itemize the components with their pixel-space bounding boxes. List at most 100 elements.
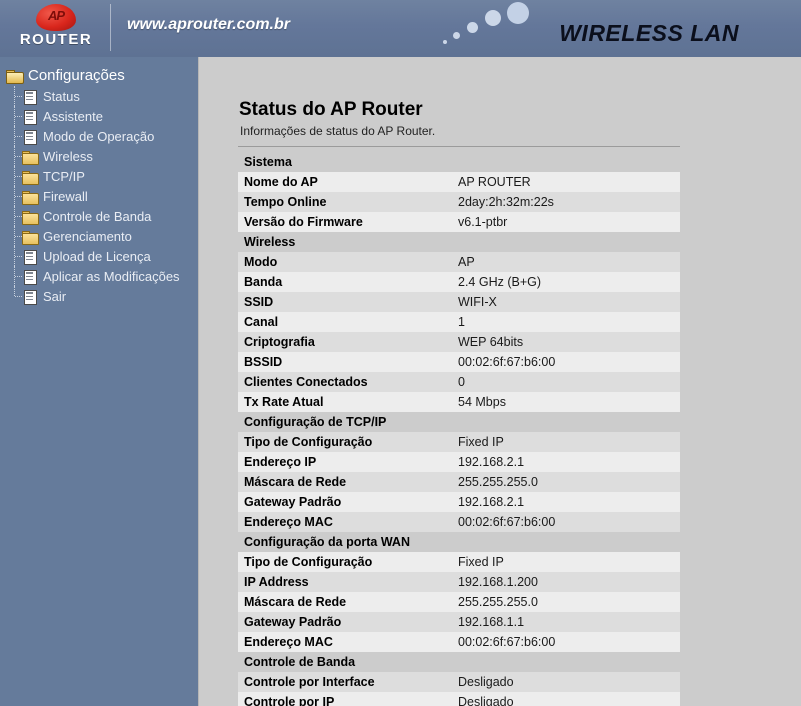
main-content: Status do AP Router Informações de statu… <box>198 57 801 706</box>
sidebar-item-label: Gerenciamento <box>43 228 132 244</box>
table-row: Máscara de Rede 255.255.255.0 <box>238 592 680 612</box>
logo-wordmark: ROUTER <box>19 31 93 48</box>
row-value: WIFI-X <box>452 292 680 312</box>
section-label: Configuração de TCP/IP <box>244 415 387 429</box>
tree-connector <box>15 176 22 177</box>
row-key: Versão do Firmware <box>238 212 452 232</box>
row-key: Modo <box>238 252 452 272</box>
tree-connector <box>15 116 22 117</box>
tree-connector <box>15 156 22 157</box>
sidebar-item-aplicar-as-modificacoes[interactable]: Aplicar as Modificações <box>0 266 198 286</box>
table-section-header: Sistema <box>238 152 680 172</box>
row-value: 192.168.2.1 <box>452 452 680 472</box>
sidebar-item-label: Firewall <box>43 188 88 204</box>
table-row: Tempo Online 2day:2h:32m:22s <box>238 192 680 212</box>
table-row: Versão do Firmware v6.1-ptbr <box>238 212 680 232</box>
row-key: Criptografia <box>238 332 452 352</box>
sidebar-item-label: Modo de Operação <box>43 128 155 144</box>
table-row: Controle por IP Desligado <box>238 692 680 706</box>
row-value: 192.168.1.1 <box>452 612 680 632</box>
row-value: Desligado <box>452 672 680 692</box>
tree-connector <box>15 216 22 217</box>
row-value: 2.4 GHz (B+G) <box>452 272 680 292</box>
row-key: Tx Rate Atual <box>238 392 452 412</box>
folder-icon <box>22 210 39 225</box>
sidebar-item-sair[interactable]: Sair <box>0 286 198 306</box>
sidebar-root-label: Configurações <box>28 66 125 84</box>
sidebar-item-modo-de-operacao[interactable]: Modo de Operação <box>0 126 198 146</box>
section-label: Controle de Banda <box>244 655 356 669</box>
signal-dot-icon <box>507 2 529 24</box>
sidebar-navigation: Configurações Status Assistente Modo de Op… <box>0 57 198 706</box>
signal-dot-icon <box>453 32 460 39</box>
row-key: Máscara de Rede <box>238 472 452 492</box>
row-value: v6.1-ptbr <box>452 212 680 232</box>
signal-dot-icon <box>485 10 501 26</box>
table-row: BSSID 00:02:6f:67:b6:00 <box>238 352 680 372</box>
sidebar-root-configuracoes[interactable]: Configurações <box>0 64 198 86</box>
page-subtitle: Informações de status do AP Router. <box>240 124 436 138</box>
sidebar-item-gerenciamento[interactable]: Gerenciamento <box>0 226 198 246</box>
table-row: SSID WIFI-X <box>238 292 680 312</box>
sidebar-item-label: Status <box>43 88 80 104</box>
table-row: Banda 2.4 GHz (B+G) <box>238 272 680 292</box>
row-value: 192.168.1.200 <box>452 572 680 592</box>
sidebar-item-status[interactable]: Status <box>0 86 198 106</box>
row-key: Controle por Interface <box>238 672 452 692</box>
sidebar-item-list: Status Assistente Modo de Operação Wireless… <box>0 86 198 306</box>
row-value: WEP 64bits <box>452 332 680 352</box>
table-section-header: Controle de Banda <box>238 652 680 672</box>
row-key: Canal <box>238 312 452 332</box>
row-key: Gateway Padrão <box>238 612 452 632</box>
row-value: 1 <box>452 312 680 332</box>
table-row: Canal 1 <box>238 312 680 332</box>
title-divider <box>238 146 680 147</box>
row-key: Tipo de Configuração <box>238 552 452 572</box>
table-row: IP Address 192.168.1.200 <box>238 572 680 592</box>
table-row: Máscara de Rede 255.255.255.0 <box>238 472 680 492</box>
sidebar-item-wireless[interactable]: Wireless <box>0 146 198 166</box>
router-admin-page: ROUTER www.aprouter.com.br WIRELESS LAN … <box>0 0 801 706</box>
header-divider <box>110 4 111 51</box>
tree-connector <box>15 136 22 137</box>
row-key: Clientes Conectados <box>238 372 452 392</box>
table-row: Clientes Conectados 0 <box>238 372 680 392</box>
table-row: Nome do AP AP ROUTER <box>238 172 680 192</box>
table-row: Controle por Interface Desligado <box>238 672 680 692</box>
folder-icon <box>22 230 39 245</box>
row-key: Endereço MAC <box>238 632 452 652</box>
sidebar-item-assistente[interactable]: Assistente <box>0 106 198 126</box>
row-value: 192.168.2.1 <box>452 492 680 512</box>
row-value: 255.255.255.0 <box>452 592 680 612</box>
row-key: Tipo de Configuração <box>238 432 452 452</box>
row-key: Gateway Padrão <box>238 492 452 512</box>
sidebar-item-controle-de-banda[interactable]: Controle de Banda <box>0 206 198 226</box>
sidebar-item-tcp-ip[interactable]: TCP/IP <box>0 166 198 186</box>
tree-connector <box>15 196 22 197</box>
table-row: Gateway Padrão 192.168.2.1 <box>238 492 680 512</box>
table-row: Tipo de Configuração Fixed IP <box>238 552 680 572</box>
tree-line <box>14 286 15 296</box>
row-value: 00:02:6f:67:b6:00 <box>452 352 680 372</box>
sidebar-item-label: Sair <box>43 288 67 304</box>
sidebar-item-label: Assistente <box>43 108 103 124</box>
page-title: Status do AP Router <box>239 99 423 120</box>
tree-connector <box>15 276 22 277</box>
table-section-header: Wireless <box>238 232 680 252</box>
row-key: Endereço IP <box>238 452 452 472</box>
row-key: Controle por IP <box>238 692 452 706</box>
tree-connector <box>15 256 22 257</box>
row-value: AP <box>452 252 680 272</box>
sidebar-item-label: Upload de Licença <box>43 248 151 264</box>
page-icon <box>22 109 38 125</box>
brand-logo[interactable]: ROUTER <box>8 2 104 54</box>
tree-connector <box>15 236 22 237</box>
sidebar-item-upload-de-licenca[interactable]: Upload de Licença <box>0 246 198 266</box>
signal-dot-icon <box>467 22 478 33</box>
row-value: 2day:2h:32m:22s <box>452 192 680 212</box>
page-header: ROUTER www.aprouter.com.br WIRELESS LAN <box>0 0 801 57</box>
row-value: AP ROUTER <box>452 172 680 192</box>
table-section-header: Configuração da porta WAN <box>238 532 680 552</box>
sidebar-item-firewall[interactable]: Firewall <box>0 186 198 206</box>
row-value: 0 <box>452 372 680 392</box>
